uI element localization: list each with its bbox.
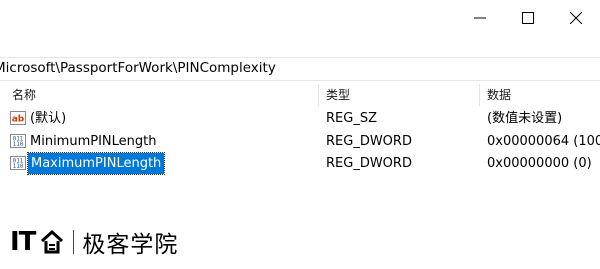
column-header-row: 名称 类型 数据 bbox=[0, 84, 600, 106]
address-bar[interactable]: Microsoft\PassportForWork\PINComplexity bbox=[0, 57, 600, 81]
column-divider[interactable] bbox=[479, 84, 480, 106]
dword-value-icon: 011 110 bbox=[10, 134, 26, 148]
minimize-icon bbox=[474, 17, 486, 19]
value-type: REG_DWORD bbox=[326, 134, 412, 149]
house-logo-icon bbox=[41, 229, 64, 254]
value-data: 0x00000064 (100) bbox=[487, 134, 600, 149]
watermark-divider bbox=[73, 230, 75, 254]
string-value-icon: ab bbox=[10, 111, 26, 125]
table-row[interactable]: ab (默认) REG_SZ (数值未设置) bbox=[0, 108, 600, 129]
value-name: MinimumPINLength bbox=[30, 134, 157, 149]
maximize-icon bbox=[522, 12, 534, 24]
table-row[interactable]: 011 110 MaximumPINLength REG_DWORD 0x000… bbox=[0, 152, 600, 175]
watermark-brand: IT bbox=[10, 227, 36, 257]
watermark-logo: IT 极客学院 bbox=[10, 226, 178, 258]
value-data: (数值未设置) bbox=[487, 111, 563, 126]
address-path: Microsoft\PassportForWork\PINComplexity bbox=[0, 60, 276, 76]
value-name: MaximumPINLength bbox=[26, 152, 166, 175]
svg-text:110: 110 bbox=[13, 141, 24, 148]
column-header-data[interactable]: 数据 bbox=[487, 84, 511, 106]
dword-value-icon: 011 110 bbox=[10, 156, 26, 170]
close-button[interactable] bbox=[552, 0, 600, 36]
maximize-button[interactable] bbox=[504, 0, 552, 36]
value-data: 0x00000000 (0) bbox=[487, 156, 592, 171]
column-divider[interactable] bbox=[318, 84, 319, 106]
value-type: REG_DWORD bbox=[326, 156, 412, 171]
table-row[interactable]: 011 110 MinimumPINLength REG_DWORD 0x000… bbox=[0, 131, 600, 152]
value-name: (默认) bbox=[30, 111, 67, 126]
close-icon bbox=[570, 12, 582, 24]
value-type: REG_SZ bbox=[326, 111, 377, 126]
svg-text:ab: ab bbox=[12, 115, 25, 125]
column-header-name[interactable]: 名称 bbox=[12, 84, 36, 106]
title-bar bbox=[0, 0, 600, 36]
svg-text:110: 110 bbox=[13, 163, 24, 170]
minimize-button[interactable] bbox=[456, 0, 504, 36]
watermark-text: 极客学院 bbox=[82, 232, 179, 258]
column-header-type[interactable]: 类型 bbox=[326, 84, 350, 106]
